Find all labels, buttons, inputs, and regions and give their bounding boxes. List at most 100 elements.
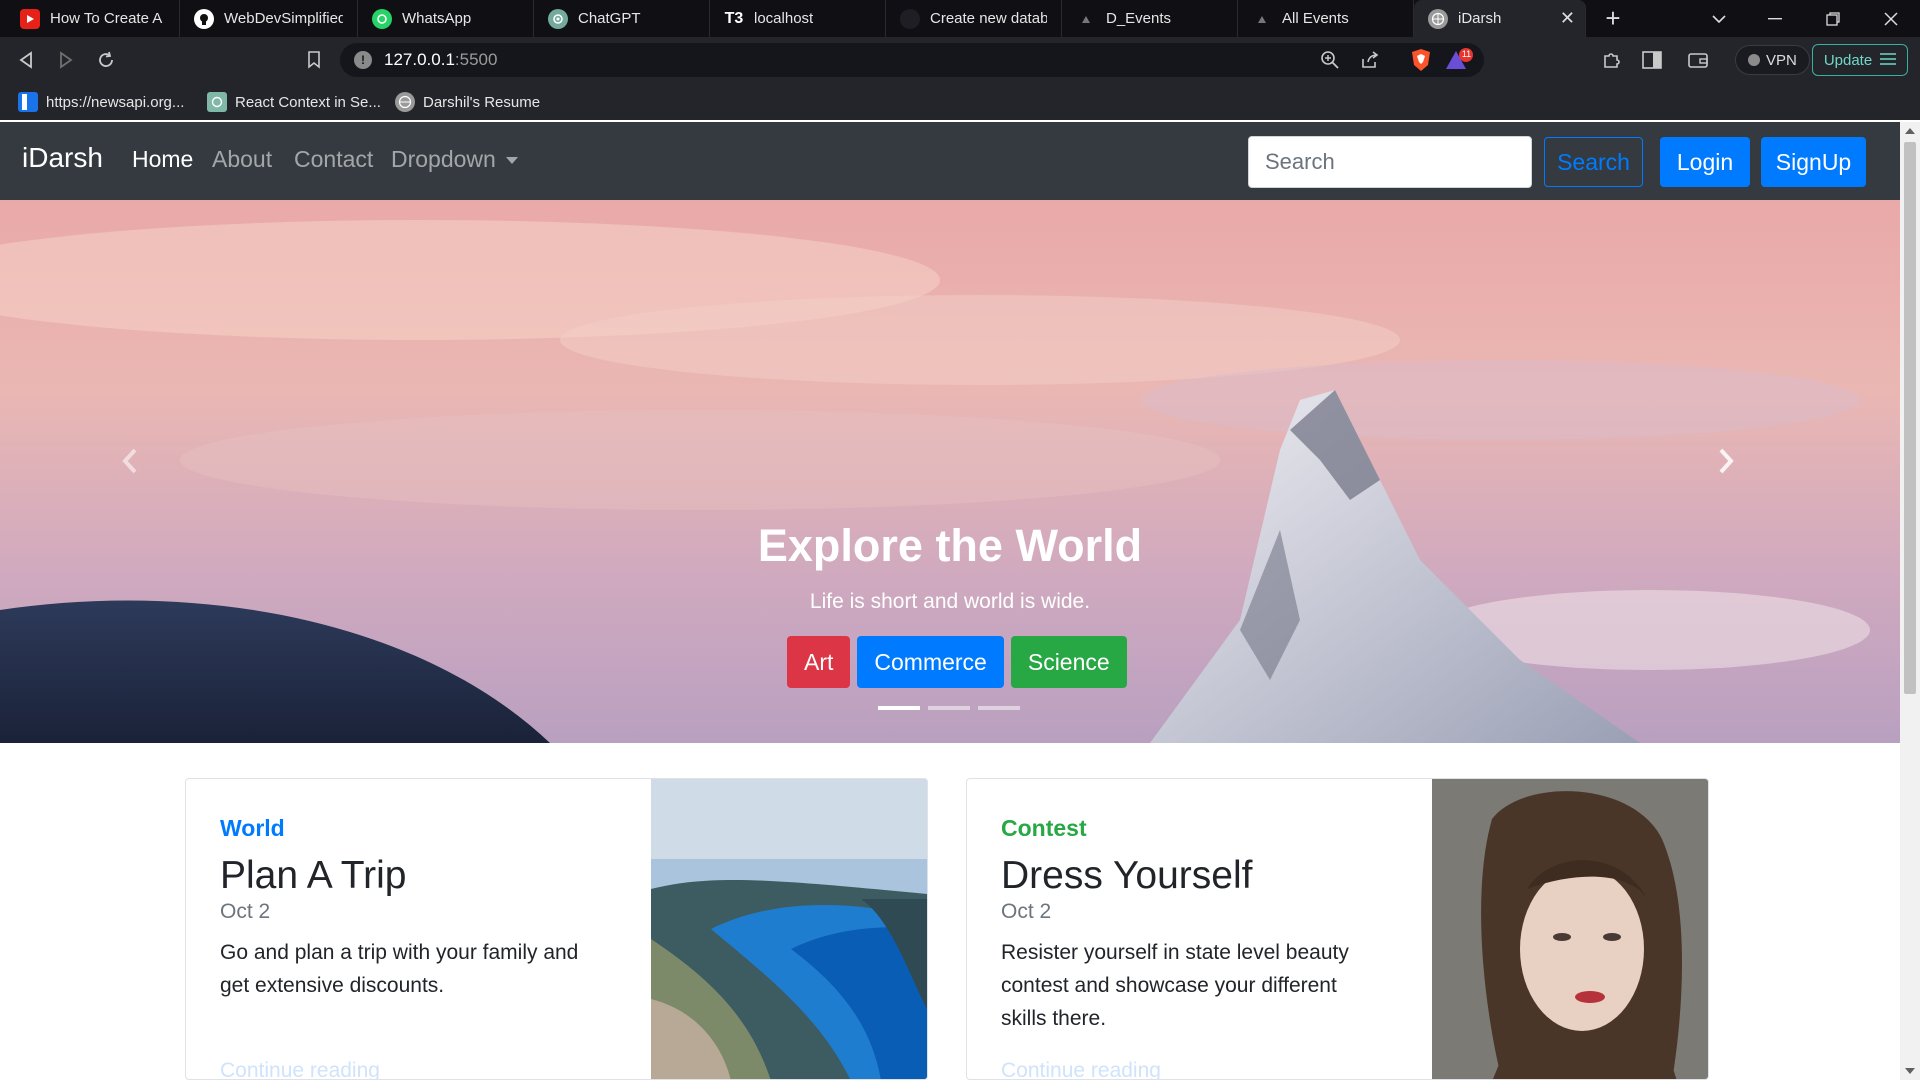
tab-title: How To Create A S xyxy=(50,10,165,27)
tab-youtube[interactable]: How To Create A S xyxy=(6,0,180,37)
update-button[interactable]: Update xyxy=(1812,44,1908,76)
tab-title: Create new databa xyxy=(930,10,1047,27)
card-text-line: get extensive discounts. xyxy=(220,974,445,997)
tab-title: All Events xyxy=(1282,10,1349,27)
tab-title: D_Events xyxy=(1106,10,1172,27)
bookmark-label: Darshil's Resume xyxy=(423,93,541,111)
card-text-line: Resister yourself in state level beauty xyxy=(1001,941,1349,964)
card-text: Resister yourself in state level beauty … xyxy=(1001,936,1349,1035)
brave-rewards-icon[interactable]: 11 xyxy=(1444,47,1474,78)
card-category: World xyxy=(220,815,285,841)
sidebar-icon[interactable] xyxy=(1638,46,1666,74)
tab-github[interactable]: WebDevSimplified/ xyxy=(180,0,358,37)
site-navbar: iDarsh Home About Contact Dropdown Searc… xyxy=(0,122,1900,200)
brave-shields-icon[interactable] xyxy=(1410,48,1432,77)
tab-whatsapp[interactable]: WhatsApp xyxy=(358,0,534,37)
continue-reading-link[interactable]: Continue reading xyxy=(220,1059,380,1079)
vpn-label: VPN xyxy=(1766,51,1797,69)
caret-down-icon xyxy=(505,157,518,165)
scrollbar-thumb[interactable] xyxy=(1904,142,1916,694)
bookmark-resume[interactable]: Darshil's Resume xyxy=(395,91,540,113)
close-window-button[interactable] xyxy=(1868,0,1914,37)
tab-idarsh[interactable]: iDarsh ✕ xyxy=(1414,0,1586,37)
bookmark-react-context[interactable]: React Context in Se... xyxy=(207,91,381,113)
bookmark-label: React Context in Se... xyxy=(235,93,381,111)
tab-chatgpt[interactable]: ChatGPT xyxy=(534,0,710,37)
bookmark-page-icon[interactable] xyxy=(300,46,328,74)
tab-title: localhost xyxy=(754,10,814,27)
signup-button[interactable]: SignUp xyxy=(1761,137,1866,187)
commerce-button[interactable]: Commerce xyxy=(857,636,1004,688)
tab-title: iDarsh xyxy=(1458,10,1502,27)
vercel-icon xyxy=(900,8,920,29)
art-button[interactable]: Art xyxy=(787,636,851,688)
tab-title: WhatsApp xyxy=(402,10,472,27)
card-date: Oct 2 xyxy=(1001,900,1052,923)
tab-title: WebDevSimplified/ xyxy=(224,10,343,27)
science-button[interactable]: Science xyxy=(1010,636,1127,688)
card-dress-yourself: Contest Dress Yourself Oct 2 Resister yo… xyxy=(966,778,1709,1080)
continue-reading-link[interactable]: Continue reading xyxy=(1001,1059,1161,1079)
carousel-prev-icon[interactable] xyxy=(122,448,162,488)
restore-button[interactable] xyxy=(1810,0,1856,37)
carousel-indicator[interactable] xyxy=(928,706,970,710)
vercel-icon xyxy=(1252,9,1272,29)
card-title: Plan A Trip xyxy=(220,854,407,897)
bookmark-newsapi[interactable]: https://newsapi.org... xyxy=(18,91,184,113)
nav-link-home[interactable]: Home xyxy=(132,146,193,173)
browser-toolbar: ! 127.0.0.1:5500 11 VPN Update xyxy=(0,37,1920,83)
extensions-icon[interactable] xyxy=(1598,46,1626,74)
tab-all-events[interactable]: All Events xyxy=(1238,0,1414,37)
carousel-indicator[interactable] xyxy=(878,706,920,710)
card-title: Dress Yourself xyxy=(1001,854,1253,897)
scroll-up-icon[interactable] xyxy=(1905,128,1915,134)
nav-link-contact[interactable]: Contact xyxy=(294,146,373,173)
card-text: Go and plan a trip with your family and … xyxy=(220,936,578,1002)
navbar-brand[interactable]: iDarsh xyxy=(22,142,103,174)
tab-d-events[interactable]: D_Events xyxy=(1062,0,1238,37)
address-bar[interactable]: ! 127.0.0.1:5500 11 xyxy=(340,43,1484,77)
nav-dropdown-label: Dropdown xyxy=(391,146,496,172)
fjord-image xyxy=(651,779,927,1079)
react-icon xyxy=(207,92,227,112)
bookmarks-bar: https://newsapi.org... React Context in … xyxy=(0,83,1920,120)
tab-list-chevron-icon[interactable] xyxy=(1696,0,1742,37)
site-search-input[interactable] xyxy=(1248,136,1532,188)
url-port: :5500 xyxy=(454,50,498,69)
carousel-next-icon[interactable] xyxy=(1718,448,1758,488)
wallet-icon[interactable] xyxy=(1684,46,1712,74)
bookmark-label: https://newsapi.org... xyxy=(46,93,185,111)
tab-create-database[interactable]: Create new databa xyxy=(886,0,1062,37)
site-info-icon[interactable]: ! xyxy=(354,51,372,69)
nav-link-about[interactable]: About xyxy=(212,146,272,173)
globe-icon xyxy=(1428,8,1448,29)
carousel-indicators xyxy=(878,706,1020,710)
vpn-button[interactable]: VPN xyxy=(1735,45,1810,75)
tab-localhost[interactable]: T3 localhost xyxy=(710,0,886,37)
forward-button[interactable] xyxy=(52,46,80,74)
share-icon[interactable] xyxy=(1360,50,1380,75)
card-body: Contest Dress Yourself Oct 2 Resister yo… xyxy=(1001,815,1349,1035)
reload-button[interactable] xyxy=(92,46,120,74)
menu-icon xyxy=(1880,52,1897,69)
new-tab-button[interactable]: + xyxy=(1590,0,1636,37)
vercel-icon xyxy=(1076,9,1096,29)
tab-title: ChatGPT xyxy=(578,10,641,27)
nav-dropdown[interactable]: Dropdown xyxy=(391,146,518,173)
card-text-line: Go and plan a trip with your family and xyxy=(220,941,579,964)
close-tab-icon[interactable]: ✕ xyxy=(1560,8,1575,29)
page-scrollbar[interactable] xyxy=(1900,122,1920,1080)
github-icon xyxy=(194,8,214,29)
carousel-indicator[interactable] xyxy=(978,706,1020,710)
search-button[interactable]: Search xyxy=(1544,137,1643,187)
login-button[interactable]: Login xyxy=(1660,137,1750,187)
zoom-icon[interactable] xyxy=(1320,50,1340,75)
carousel-title: Explore the World xyxy=(757,520,1143,571)
card-category: Contest xyxy=(1001,815,1087,841)
minimize-button[interactable] xyxy=(1752,0,1798,37)
newsapi-icon xyxy=(18,92,38,112)
carousel-caption: Explore the World Life is short and worl… xyxy=(650,520,1250,614)
card-body: World Plan A Trip Oct 2 Go and plan a tr… xyxy=(220,815,578,1002)
back-button[interactable] xyxy=(12,46,40,74)
scroll-down-icon[interactable] xyxy=(1905,1068,1915,1074)
